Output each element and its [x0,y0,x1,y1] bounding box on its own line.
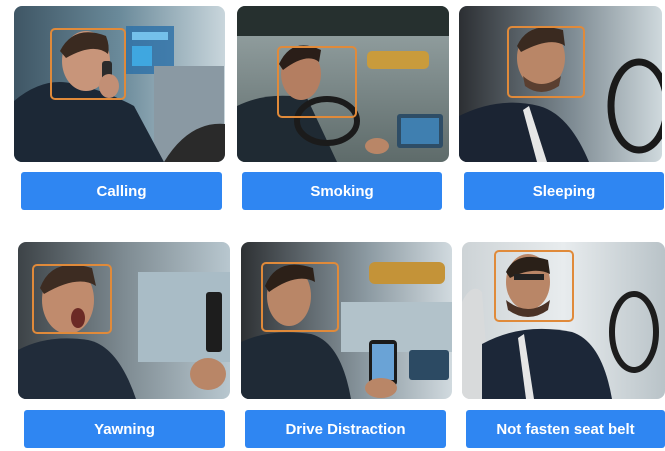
driver-smoking-photo [237,6,449,162]
face-detection-box [507,26,585,98]
label-drive-distraction[interactable]: Drive Distraction [245,410,446,448]
driver-distraction-photo [241,242,452,399]
face-detection-box [277,46,357,118]
label-calling[interactable]: Calling [21,172,222,210]
face-detection-box [494,250,574,322]
label-smoking[interactable]: Smoking [242,172,442,210]
label-yawning[interactable]: Yawning [24,410,225,448]
face-detection-box [261,262,339,332]
face-detection-box [32,264,112,334]
driver-calling-photo [14,6,225,162]
driver-yawning-photo [18,242,230,399]
label-not-fasten-seat-belt[interactable]: Not fasten seat belt [466,410,665,448]
label-sleeping[interactable]: Sleeping [464,172,664,210]
driver-sleeping-photo [459,6,662,162]
driver-no-seatbelt-photo [462,242,665,399]
face-detection-box [50,28,126,100]
